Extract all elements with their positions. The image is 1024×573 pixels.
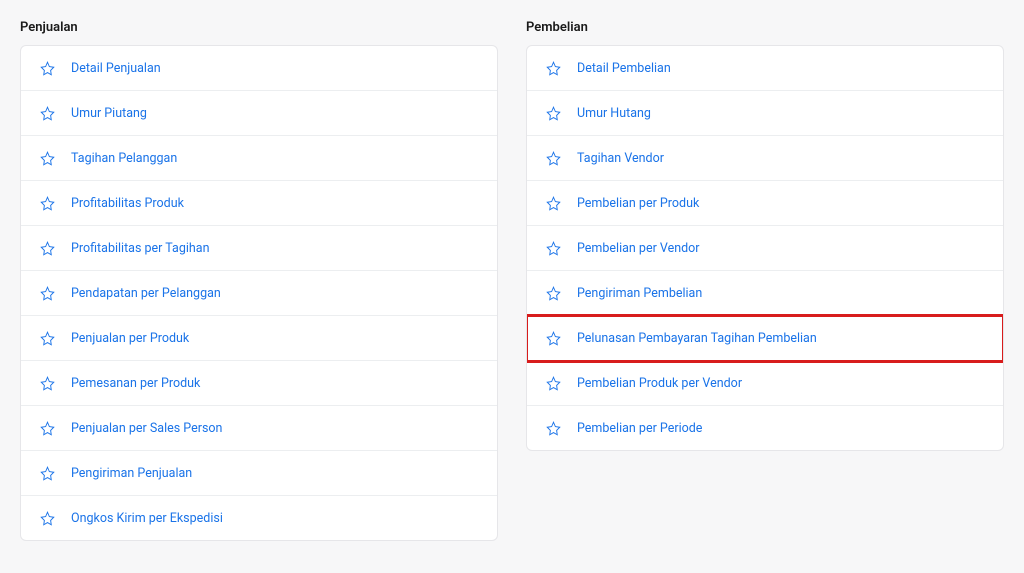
list-item-highlighted[interactable]: Pelunasan Pembayaran Tagihan Pembelian xyxy=(527,316,1003,361)
list-item-label: Pengiriman Pembelian xyxy=(577,286,702,301)
list-item-label: Penjualan per Sales Person xyxy=(71,421,222,436)
star-icon[interactable] xyxy=(545,105,561,121)
list-item[interactable]: Detail Penjualan xyxy=(21,46,497,91)
list-item[interactable]: Pembelian Produk per Vendor xyxy=(527,361,1003,406)
star-icon[interactable] xyxy=(39,285,55,301)
list-item[interactable]: Ongkos Kirim per Ekspedisi xyxy=(21,496,497,540)
list-item-label: Pembelian Produk per Vendor xyxy=(577,376,742,391)
star-icon[interactable] xyxy=(39,240,55,256)
list-item-label: Pembelian per Produk xyxy=(577,196,699,211)
list-item[interactable]: Umur Hutang xyxy=(527,91,1003,136)
list-item[interactable]: Penjualan per Sales Person xyxy=(21,406,497,451)
list-item[interactable]: Pembelian per Produk xyxy=(527,181,1003,226)
list-item-label: Pendapatan per Pelanggan xyxy=(71,286,221,301)
section-title-penjualan: Penjualan xyxy=(20,20,498,35)
star-icon[interactable] xyxy=(545,420,561,436)
list-item-label: Pengiriman Penjualan xyxy=(71,466,192,481)
list-item-label: Tagihan Vendor xyxy=(577,151,664,166)
list-item-label: Pembelian per Periode xyxy=(577,421,702,436)
list-item-label: Pembelian per Vendor xyxy=(577,241,700,256)
star-icon[interactable] xyxy=(545,195,561,211)
star-icon[interactable] xyxy=(545,330,561,346)
star-icon[interactable] xyxy=(39,465,55,481)
star-icon[interactable] xyxy=(39,150,55,166)
list-item[interactable]: Penjualan per Produk xyxy=(21,316,497,361)
list-item-label: Detail Pembelian xyxy=(577,61,671,76)
list-item-label: Tagihan Pelanggan xyxy=(71,151,177,166)
list-item[interactable]: Pembelian per Vendor xyxy=(527,226,1003,271)
star-icon[interactable] xyxy=(545,240,561,256)
list-item-label: Profitabilitas Produk xyxy=(71,196,184,211)
column-pembelian: Pembelian Detail Pembelian Umur Hutang T… xyxy=(526,20,1004,541)
list-item-label: Profitabilitas per Tagihan xyxy=(71,241,209,256)
list-pembelian: Detail Pembelian Umur Hutang Tagihan Ven… xyxy=(526,45,1004,451)
report-columns: Penjualan Detail Penjualan Umur Piutang … xyxy=(20,20,1004,541)
list-item-label: Detail Penjualan xyxy=(71,61,161,76)
list-item[interactable]: Umur Piutang xyxy=(21,91,497,136)
list-item[interactable]: Profitabilitas Produk xyxy=(21,181,497,226)
star-icon[interactable] xyxy=(39,105,55,121)
star-icon[interactable] xyxy=(39,330,55,346)
list-item[interactable]: Tagihan Pelanggan xyxy=(21,136,497,181)
list-item[interactable]: Tagihan Vendor xyxy=(527,136,1003,181)
list-item[interactable]: Pemesanan per Produk xyxy=(21,361,497,406)
list-item-label: Penjualan per Produk xyxy=(71,331,189,346)
star-icon[interactable] xyxy=(545,150,561,166)
star-icon[interactable] xyxy=(545,375,561,391)
list-penjualan: Detail Penjualan Umur Piutang Tagihan Pe… xyxy=(20,45,498,541)
list-item[interactable]: Pengiriman Pembelian xyxy=(527,271,1003,316)
star-icon[interactable] xyxy=(39,375,55,391)
list-item[interactable]: Profitabilitas per Tagihan xyxy=(21,226,497,271)
list-item-label: Ongkos Kirim per Ekspedisi xyxy=(71,511,223,526)
section-title-pembelian: Pembelian xyxy=(526,20,1004,35)
star-icon[interactable] xyxy=(39,60,55,76)
star-icon[interactable] xyxy=(39,420,55,436)
list-item-label: Pemesanan per Produk xyxy=(71,376,200,391)
column-penjualan: Penjualan Detail Penjualan Umur Piutang … xyxy=(20,20,498,541)
list-item-label: Umur Hutang xyxy=(577,106,651,121)
list-item-label: Pelunasan Pembayaran Tagihan Pembelian xyxy=(577,331,817,346)
list-item[interactable]: Pembelian per Periode xyxy=(527,406,1003,450)
list-item[interactable]: Pendapatan per Pelanggan xyxy=(21,271,497,316)
star-icon[interactable] xyxy=(545,285,561,301)
star-icon[interactable] xyxy=(545,60,561,76)
list-item-label: Umur Piutang xyxy=(71,106,147,121)
star-icon[interactable] xyxy=(39,510,55,526)
star-icon[interactable] xyxy=(39,195,55,211)
list-item[interactable]: Detail Pembelian xyxy=(527,46,1003,91)
list-item[interactable]: Pengiriman Penjualan xyxy=(21,451,497,496)
